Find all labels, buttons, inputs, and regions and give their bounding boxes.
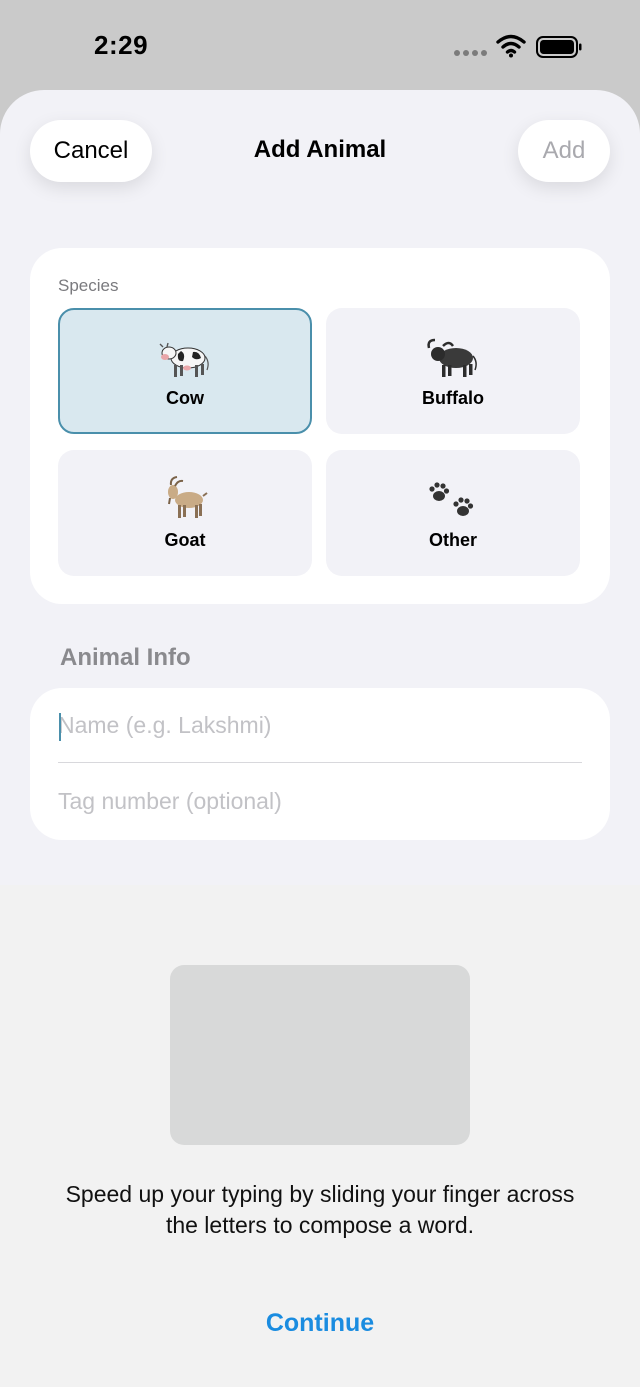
species-option-label: Goat	[164, 529, 206, 550]
species-option-label: Cow	[166, 387, 204, 408]
tip-illustration-placeholder	[170, 965, 470, 1145]
paw-prints-icon	[429, 481, 474, 516]
status-time: 2:29	[94, 30, 149, 60]
species-option-other[interactable]: Other	[326, 450, 580, 576]
animal-info-header: Animal Info	[60, 644, 191, 671]
species-option-goat[interactable]: Goat	[58, 450, 312, 576]
wifi-icon	[496, 34, 526, 58]
species-card: Species Cow Buffalo Goat Other	[30, 248, 610, 604]
tag-number-input[interactable]	[58, 764, 582, 838]
slide-typing-tip-panel: Speed up your typing by sliding your fin…	[0, 885, 640, 1387]
buffalo-icon	[427, 338, 477, 377]
species-option-cow[interactable]: Cow	[58, 308, 312, 434]
species-option-label: Other	[428, 529, 477, 550]
species-label: Species	[58, 276, 119, 295]
text-cursor	[59, 713, 61, 741]
cellular-signal-icon	[454, 50, 487, 56]
status-bar: 2:29	[0, 0, 640, 90]
tip-text: Speed up your typing by sliding your fin…	[65, 1181, 575, 1238]
cow-icon	[159, 342, 209, 377]
animal-info-card	[30, 688, 610, 840]
continue-button[interactable]: Continue	[220, 1303, 420, 1343]
species-option-label: Buffalo	[422, 387, 484, 408]
battery-icon	[536, 36, 582, 58]
name-input[interactable]	[58, 688, 582, 762]
field-divider	[58, 762, 582, 763]
goat-icon	[168, 475, 208, 518]
add-button[interactable]: Add	[518, 120, 610, 182]
species-option-buffalo[interactable]: Buffalo	[326, 308, 580, 434]
